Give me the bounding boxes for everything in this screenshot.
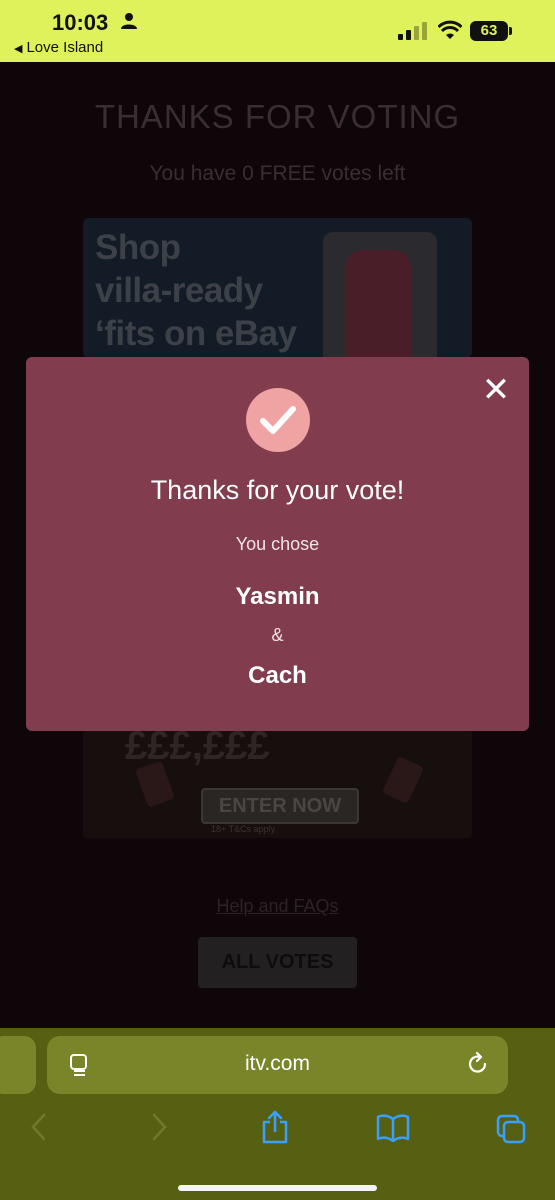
status-time: 10:03: [52, 10, 109, 35]
ad-line-3: ‘fits on eBay: [95, 314, 297, 353]
address-bar[interactable]: itv.com: [47, 1036, 508, 1094]
close-icon[interactable]: ✕: [479, 373, 513, 409]
back-app-label: Love Island: [26, 39, 104, 56]
ad-line-1: Shop: [95, 228, 181, 267]
battery-level: 63: [480, 22, 498, 39]
person-icon: [121, 13, 137, 29]
bookmarks-icon[interactable]: [376, 1114, 410, 1142]
forward-icon[interactable]: [150, 1112, 168, 1142]
enter-now-button[interactable]: ENTER NOW: [201, 788, 359, 824]
you-chose-label: You chose: [235, 534, 320, 554]
home-indicator[interactable]: [178, 1185, 377, 1191]
ad-can-image: [381, 755, 425, 805]
competition-ad-banner[interactable]: £££,£££ ENTER NOW 18+ T&Cs apply: [83, 730, 472, 838]
modal-heading: Thanks for your vote!: [150, 475, 405, 505]
votes-left-text: You have 0 FREE votes left: [149, 162, 406, 185]
ad-line-2: villa-ready: [95, 271, 263, 310]
ad-product-image: [323, 232, 437, 358]
previous-tab-peek[interactable]: [0, 1036, 36, 1094]
first-choice-name: Yasmin: [235, 583, 320, 610]
ad-terms-text: 18+ T&Cs apply: [211, 824, 276, 834]
vote-confirmation-modal: ✕ Thanks for your vote! You chose Yasmin…: [26, 357, 529, 731]
wifi-icon: [438, 20, 462, 39]
check-circle: [246, 388, 310, 452]
back-arrow-icon: ◀: [14, 43, 23, 55]
page-title: THANKS FOR VOTING: [94, 98, 461, 135]
reload-icon[interactable]: [467, 1052, 489, 1076]
ebay-ad-banner[interactable]: Shop villa-ready ‘fits on eBay: [83, 218, 472, 358]
battery-cap: [509, 27, 512, 35]
check-icon: [260, 406, 296, 434]
share-icon[interactable]: [260, 1110, 290, 1144]
help-faqs-link[interactable]: Help and FAQs: [0, 896, 555, 917]
battery-indicator: 63: [470, 21, 508, 41]
ad-headline: Shop villa-ready ‘fits on eBay: [95, 226, 297, 355]
url-text: itv.com: [245, 1052, 310, 1075]
back-icon[interactable]: [30, 1112, 48, 1142]
browser-toolbar: itv.com: [0, 1028, 555, 1200]
back-to-app-link[interactable]: ◀ Love Island: [14, 39, 103, 56]
tabs-icon[interactable]: [496, 1114, 526, 1144]
second-choice-name: Cach: [248, 662, 307, 689]
ampersand-label: &: [271, 625, 284, 645]
all-votes-button[interactable]: ALL VOTES: [198, 937, 357, 988]
status-bar: 10:03 ◀ Love Island 63: [0, 0, 555, 62]
ad-prize-graphic: £££,£££: [125, 730, 270, 768]
cellular-signal-icon: [398, 22, 427, 40]
ad-shorts-image: [345, 250, 411, 358]
